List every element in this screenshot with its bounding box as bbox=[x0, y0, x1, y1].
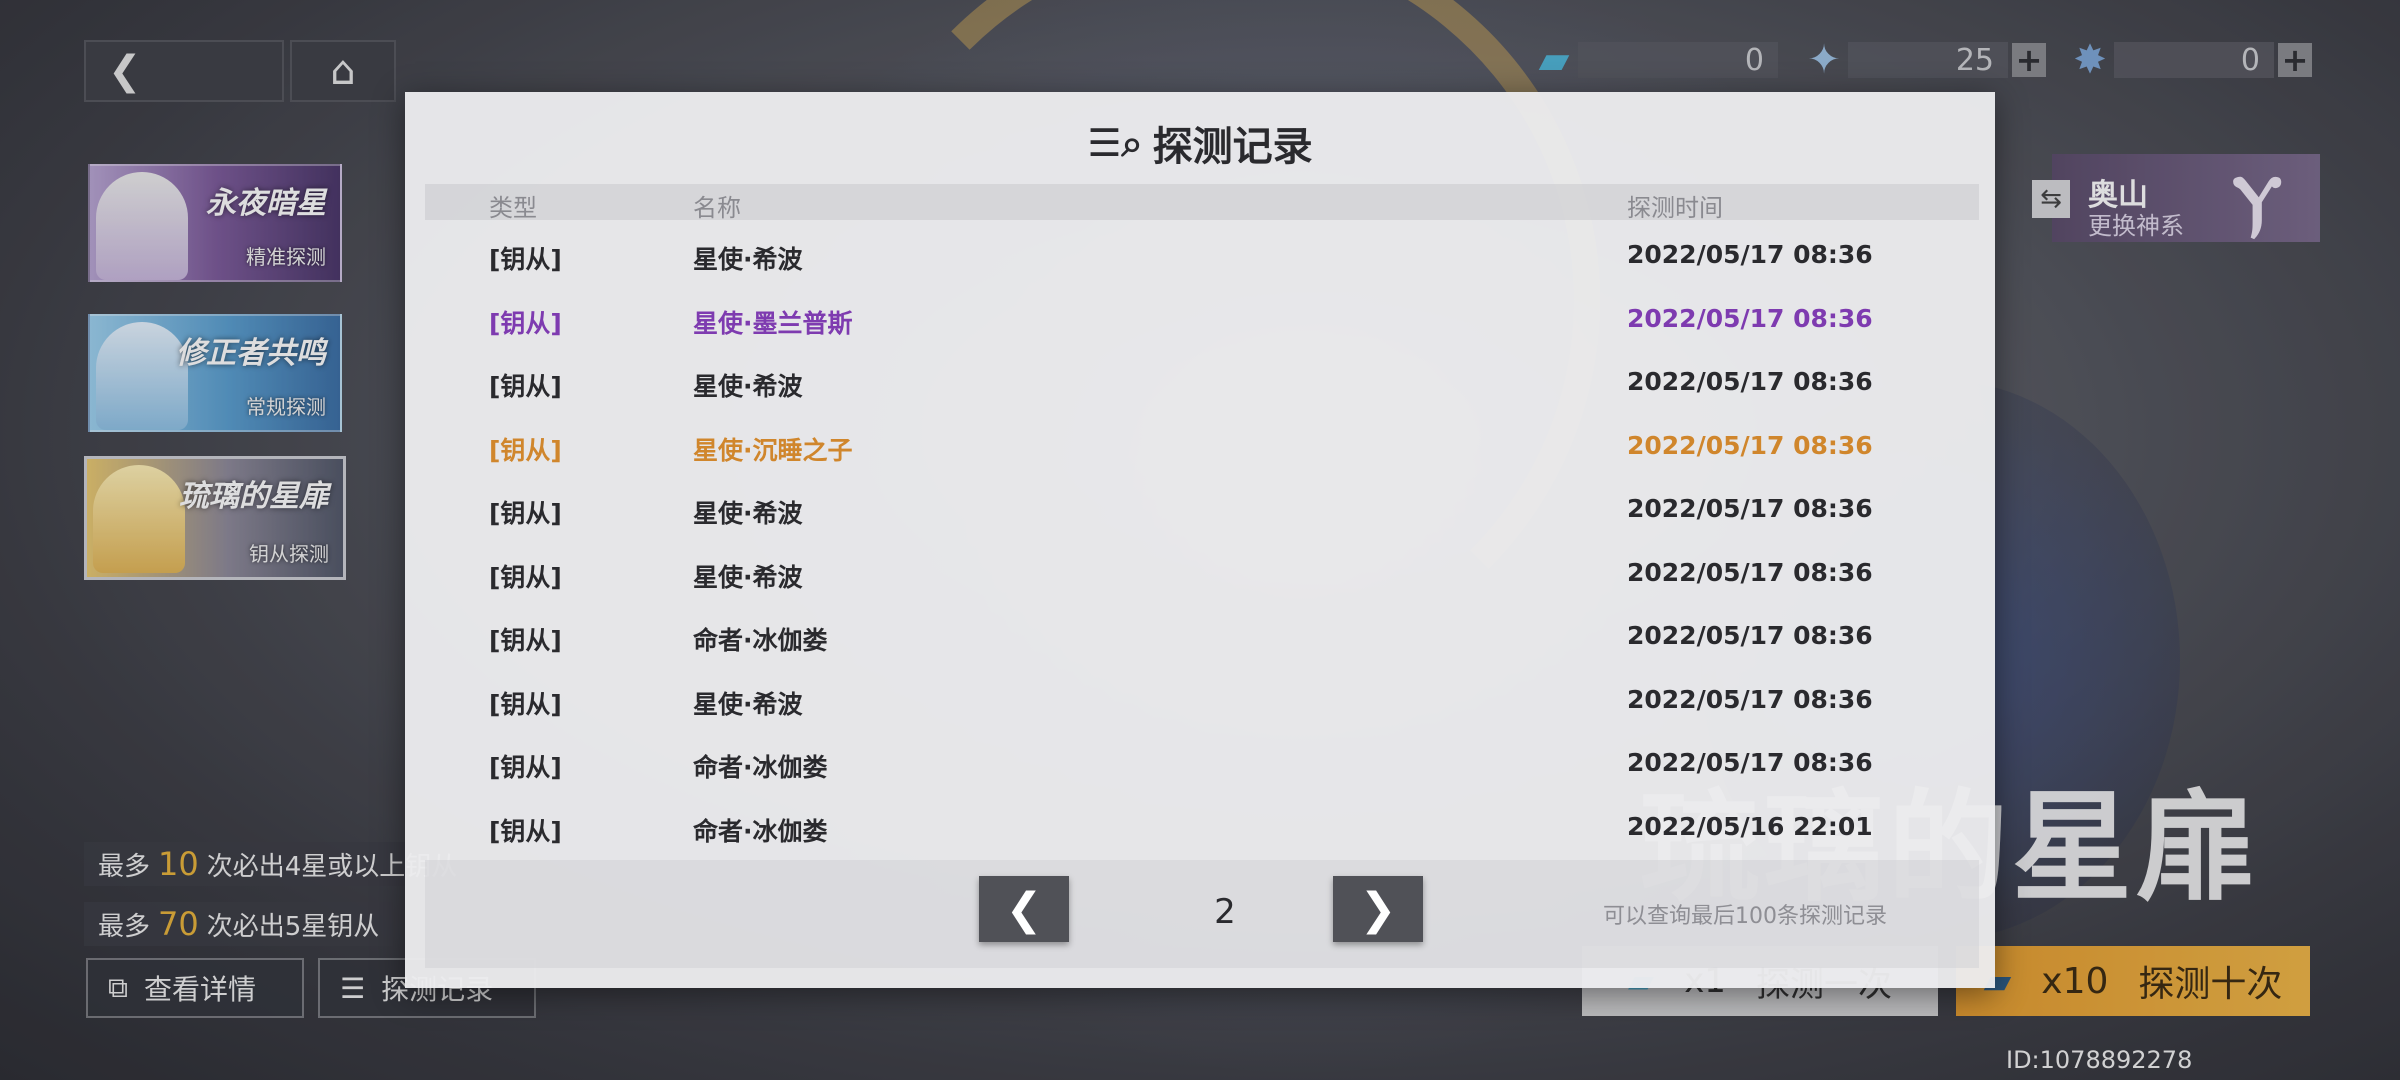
page-number: 2 bbox=[1214, 892, 1236, 932]
detection-records-modal: ☰⌕ 探测记录 类型 名称 探测时间 [钥从] 星使·希波 2022/05/17… bbox=[405, 92, 1995, 988]
next-page-button[interactable]: ❯ bbox=[1333, 876, 1423, 942]
row-type: [钥从] bbox=[489, 562, 562, 592]
row-time: 2022/05/17 08:36 bbox=[1627, 684, 1873, 714]
table-row: [钥从] 星使·墨兰普斯 2022/05/17 08:36 bbox=[425, 286, 1979, 350]
row-type: [钥从] bbox=[489, 435, 562, 465]
row-name: 星使·希波 bbox=[693, 372, 803, 401]
table-header: 类型 名称 探测时间 bbox=[425, 184, 1979, 222]
row-type: [钥从] bbox=[489, 499, 562, 528]
row-time: 2022/05/17 08:36 bbox=[1627, 240, 1873, 269]
table-row: [钥从] 星使·希波 2022/05/17 08:36 bbox=[425, 222, 1979, 286]
record-search-icon: ☰⌕ bbox=[1087, 120, 1143, 165]
row-type: [钥从] bbox=[489, 245, 562, 274]
row-name: 星使·沉睡之子 bbox=[693, 435, 853, 465]
table-row: [钥从] 命者·冰伽娄 2022/05/16 22:01 bbox=[425, 794, 1979, 858]
row-time: 2022/05/17 08:36 bbox=[1627, 430, 1873, 460]
row-time: 2022/05/17 08:36 bbox=[1627, 367, 1873, 396]
column-type: 类型 bbox=[489, 194, 537, 222]
prev-page-button[interactable]: ❮ bbox=[979, 876, 1069, 942]
row-type: [钥从] bbox=[489, 308, 562, 338]
row-name: 星使·希波 bbox=[693, 499, 803, 528]
records-limit-note: 可以查询最后100条探测记录 bbox=[1603, 904, 1887, 929]
table-row: [钥从] 星使·沉睡之子 2022/05/17 08:36 bbox=[425, 413, 1979, 477]
table-row: [钥从] 星使·希波 2022/05/17 08:36 bbox=[425, 540, 1979, 604]
row-type: [钥从] bbox=[489, 816, 562, 846]
row-time: 2022/05/17 08:36 bbox=[1627, 494, 1873, 523]
column-time: 探测时间 bbox=[1627, 194, 1723, 222]
table-row: [钥从] 命者·冰伽娄 2022/05/17 08:36 bbox=[425, 730, 1979, 794]
row-name: 命者·冰伽娄 bbox=[693, 626, 828, 655]
row-name: 星使·希波 bbox=[693, 245, 803, 274]
modal-title-text: 探测记录 bbox=[1152, 124, 1313, 170]
row-name: 命者·冰伽娄 bbox=[693, 816, 828, 846]
modal-title: ☰⌕ 探测记录 bbox=[405, 114, 1995, 172]
row-time: 2022/05/17 08:36 bbox=[1627, 303, 1873, 333]
row-name: 星使·墨兰普斯 bbox=[693, 308, 853, 338]
table-row: [钥从] 命者·冰伽娄 2022/05/17 08:36 bbox=[425, 603, 1979, 667]
row-type: [钥从] bbox=[489, 753, 562, 782]
row-name: 星使·希波 bbox=[693, 689, 803, 719]
table-row: [钥从] 星使·希波 2022/05/17 08:36 bbox=[425, 349, 1979, 413]
pagination: ❮ 2 ❯ 可以查询最后100条探测记录 bbox=[425, 860, 1979, 968]
table-row: [钥从] 星使·希波 2022/05/17 08:36 bbox=[425, 476, 1979, 540]
row-type: [钥从] bbox=[489, 689, 562, 719]
row-time: 2022/05/17 08:36 bbox=[1627, 621, 1873, 650]
row-time: 2022/05/17 08:36 bbox=[1627, 557, 1873, 587]
row-name: 命者·冰伽娄 bbox=[693, 753, 828, 782]
row-type: [钥从] bbox=[489, 372, 562, 401]
records-list: [钥从] 星使·希波 2022/05/17 08:36 [钥从] 星使·墨兰普斯… bbox=[425, 222, 1979, 857]
row-name: 星使·希波 bbox=[693, 562, 803, 592]
row-type: [钥从] bbox=[489, 626, 562, 655]
row-time: 2022/05/16 22:01 bbox=[1627, 811, 1873, 841]
column-name: 名称 bbox=[693, 194, 741, 222]
row-time: 2022/05/17 08:36 bbox=[1627, 748, 1873, 777]
table-row: [钥从] 星使·希波 2022/05/17 08:36 bbox=[425, 667, 1979, 731]
